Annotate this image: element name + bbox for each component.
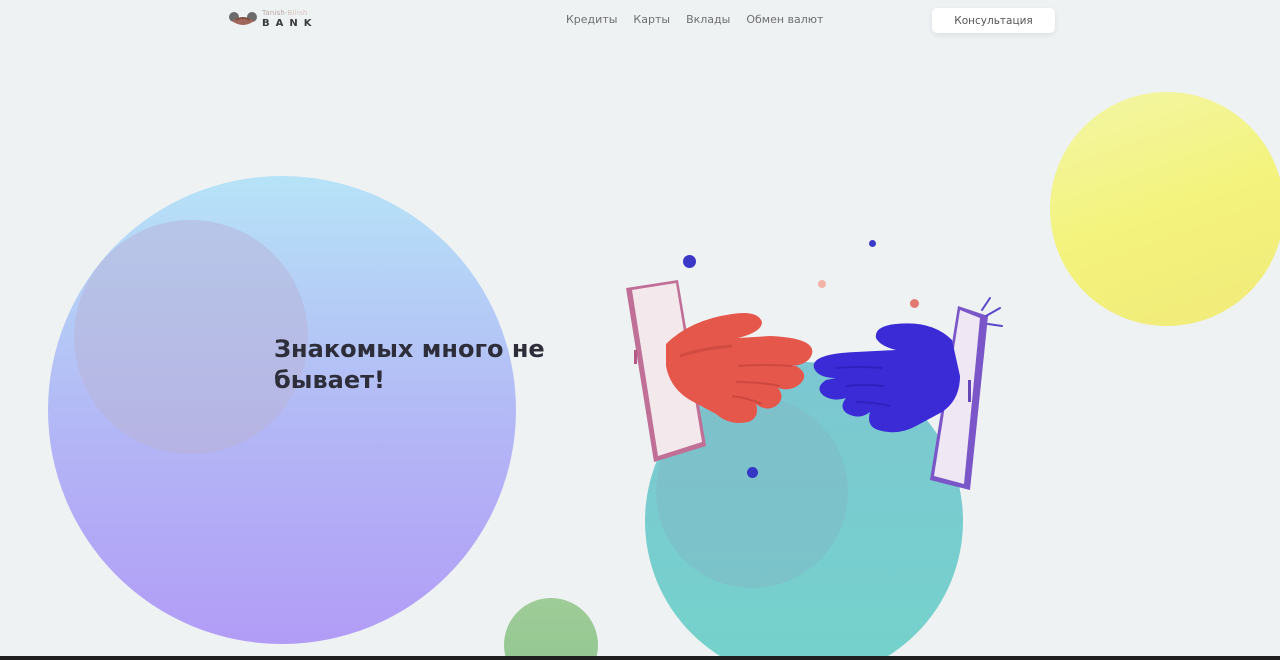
decor-dot — [869, 240, 876, 247]
nav-link-deposits[interactable]: Вклады — [686, 13, 730, 26]
hero-headline: Знакомых много не бывает! — [274, 335, 545, 394]
logo-subtitle: Tanish-Bilish — [262, 9, 308, 17]
main-nav: Кредиты Карты Вклады Обмен валют — [566, 13, 823, 26]
phones-handshake-illustration — [626, 280, 1003, 490]
site-header: Tanish-Bilish BANK Кредиты Карты Вклады … — [0, 0, 1280, 40]
decor-circle-inner — [74, 220, 308, 454]
nav-link-cards[interactable]: Карты — [633, 13, 670, 26]
logo-title: BANK — [262, 18, 318, 29]
page: Tanish-Bilish BANK Кредиты Карты Вклады … — [0, 0, 1280, 660]
consultation-button[interactable]: Консультация — [932, 8, 1055, 33]
decor-circle-green — [504, 598, 598, 660]
bank-logo[interactable]: Tanish-Bilish BANK — [228, 6, 328, 32]
blue-hand-icon — [813, 323, 960, 433]
handshake-icon — [229, 12, 257, 25]
nav-link-credits[interactable]: Кредиты — [566, 13, 617, 26]
decor-circle-yellow — [1050, 92, 1280, 326]
bottom-bar — [0, 656, 1280, 660]
decor-dot — [683, 255, 696, 268]
nav-link-currency-exchange[interactable]: Обмен валют — [746, 13, 823, 26]
